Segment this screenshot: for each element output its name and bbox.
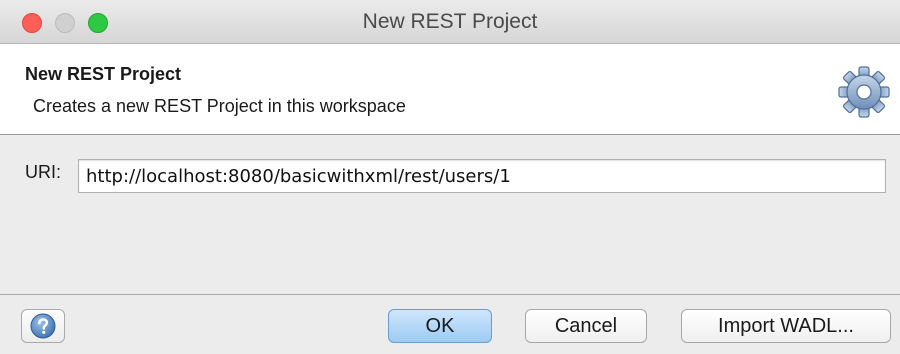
header-title: New REST Project (25, 64, 182, 84)
help-button[interactable] (21, 309, 65, 343)
import-wadl-button[interactable]: Import WADL... (681, 309, 891, 343)
window-title: New REST Project (362, 10, 538, 33)
dialog-body: URI: (0, 135, 900, 295)
header-description: Creates a new REST Project in this works… (33, 96, 406, 116)
uri-label: URI: (25, 162, 61, 182)
uri-input[interactable] (78, 159, 886, 193)
new-rest-project-dialog: New REST Project New REST Project Create… (0, 0, 900, 354)
cancel-button[interactable]: Cancel (525, 309, 647, 343)
ok-button[interactable]: OK (388, 309, 492, 343)
dialog-footer: OK Cancel Import WADL... (0, 295, 900, 354)
gear-icon (838, 66, 890, 118)
help-icon (30, 313, 56, 339)
title-bar[interactable]: New REST Project (0, 0, 900, 44)
dialog-header: New REST Project Creates a new REST Proj… (0, 44, 900, 135)
